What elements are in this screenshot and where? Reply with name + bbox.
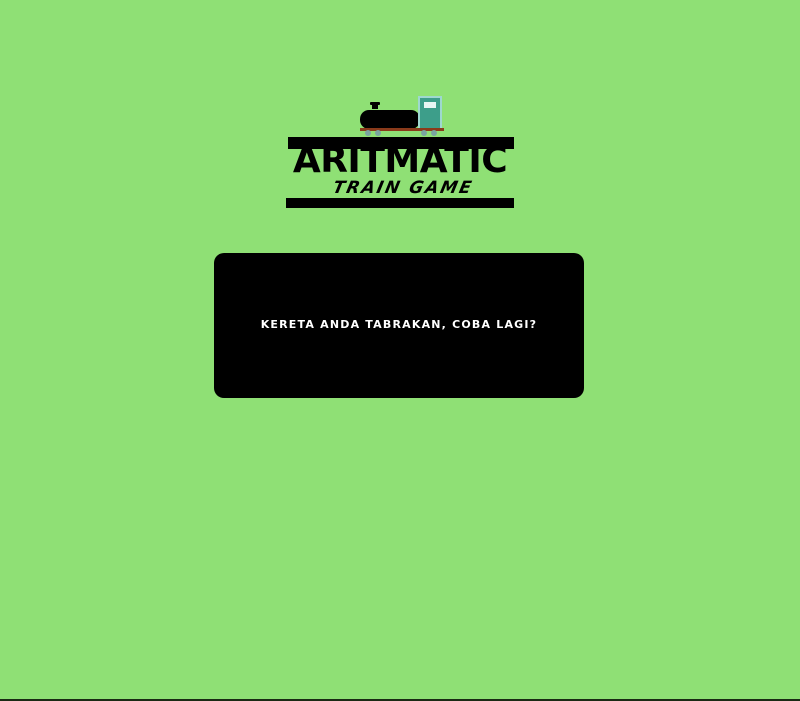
logo-bottom-bar [286, 198, 514, 208]
retry-dialog[interactable]: KERETA ANDA TABRAKAN, COBA LAGI? [214, 253, 584, 398]
game-logo: ARITMATIC TRAIN GAME [284, 94, 518, 212]
logo-subtitle: TRAIN GAME [330, 178, 476, 198]
logo-title: ARITMATIC [292, 140, 508, 181]
train-icon [360, 96, 444, 136]
retry-message[interactable]: KERETA ANDA TABRAKAN, COBA LAGI? [261, 318, 538, 331]
